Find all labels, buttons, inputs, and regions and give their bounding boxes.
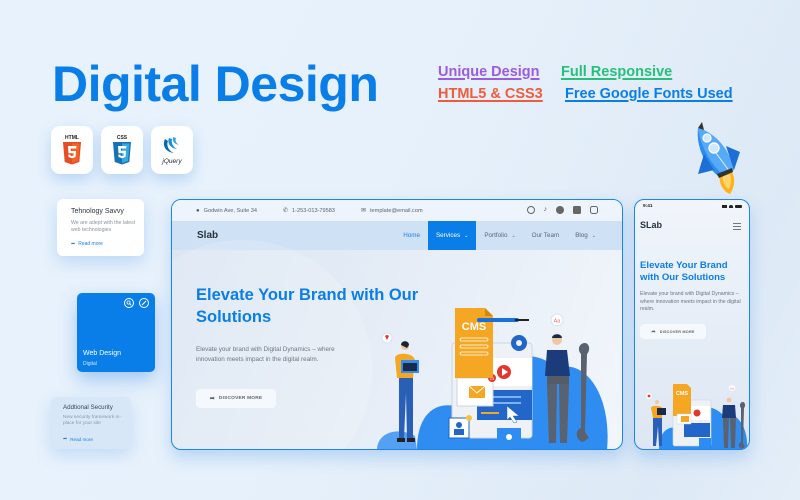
html5-icon: HTML xyxy=(63,135,81,165)
svg-text:CSS: CSS xyxy=(117,135,128,141)
facebook-icon[interactable] xyxy=(556,206,564,214)
font-bubble-label: Aa xyxy=(554,319,562,325)
html5-badge: HTML xyxy=(51,126,93,174)
read-more-label: Read more xyxy=(70,436,93,442)
nav-blog[interactable]: Blog ⌄ xyxy=(567,221,604,250)
share-arrow-icon: ➦ xyxy=(651,328,656,335)
feature-google-fonts: Free Google Fonts Used xyxy=(565,86,733,102)
nav-our-team[interactable]: Our Team xyxy=(524,221,568,250)
desktop-preview: ● Godwin Ave, Suite 34 ✆ 1-253-013-79583… xyxy=(171,199,623,450)
card-title: Addtional Security xyxy=(63,404,113,411)
battery-icon xyxy=(735,205,742,208)
wifi-icon xyxy=(729,205,733,208)
chevron-down-icon: ⌄ xyxy=(464,232,469,239)
cms-label: CMS xyxy=(462,321,486,333)
svg-text:jQuery: jQuery xyxy=(161,158,182,165)
instagram-icon[interactable] xyxy=(590,206,598,214)
share-arrow-icon: ➦ xyxy=(71,241,76,247)
share-arrow-icon: ➦ xyxy=(63,436,68,442)
link-icon[interactable] xyxy=(139,298,149,308)
cms-illustration: 13 CMS Aa xyxy=(377,308,608,449)
hero-headline: Elevate Your Brand with Our Solutions xyxy=(640,260,728,283)
hamburger-menu-icon[interactable] xyxy=(733,223,741,230)
read-more-label: Read more xyxy=(78,241,103,247)
email-text[interactable]: template@email.com xyxy=(370,208,423,214)
nav-home[interactable]: Home xyxy=(395,221,428,250)
address-item: ● Godwin Ave, Suite 34 xyxy=(196,208,257,214)
chevron-down-icon: ⌄ xyxy=(591,232,596,239)
site-logo[interactable]: SLab xyxy=(640,220,662,230)
nav-label: Home xyxy=(403,232,420,239)
site-logo[interactable]: Slab xyxy=(197,230,218,241)
feature-full-responsive: Full Responsive xyxy=(561,64,673,80)
button-label: DISCOVER MORE xyxy=(659,329,695,334)
cms-illustration: CMS Aa xyxy=(646,384,748,449)
read-more-link[interactable]: ➦ Read more xyxy=(71,241,103,247)
card-subtitle: Digital xyxy=(83,361,97,367)
read-more-link[interactable]: ➦ Read more xyxy=(63,436,93,442)
email-item: ✉ template@email.com xyxy=(360,207,423,215)
nav-portfolio[interactable]: Portfolio ⌄ xyxy=(476,221,523,250)
font-bubble-label: Aa xyxy=(730,387,734,391)
location-pin-icon: ● xyxy=(196,207,200,214)
jquery-icon: jQuery xyxy=(161,137,182,165)
nav-label: Blog xyxy=(575,232,588,239)
pinterest-icon[interactable] xyxy=(526,206,535,214)
css3-badge: CSS xyxy=(101,126,143,174)
signal-icon xyxy=(722,205,727,208)
page-title: Digital Design xyxy=(52,56,379,112)
card-title: Web Design xyxy=(83,350,122,357)
card-description: New security framework in-place for your… xyxy=(63,415,121,427)
additional-security-card[interactable]: Addtional Security New security framewor… xyxy=(51,397,131,449)
nav-label: Services xyxy=(435,232,461,239)
hero-subtext: Elevate your brand with Digital Dynamics… xyxy=(640,291,741,313)
phone-icon: ✆ xyxy=(283,208,289,214)
technology-savvy-card[interactable]: Tehnology Savvy We are adept with the la… xyxy=(57,199,144,256)
web-design-card[interactable]: Web Design Digital xyxy=(77,293,155,372)
jquery-badge: jQuery xyxy=(151,126,193,174)
card-description: We are adept with the latest web technol… xyxy=(71,220,136,233)
tiktok-icon[interactable]: ♪ xyxy=(544,206,548,214)
phone-item: ✆ 1-253-013-79583 xyxy=(283,207,335,215)
nav-label: Our Team xyxy=(531,232,560,239)
address-text: Godwin Ave, Suite 34 xyxy=(203,207,258,214)
zoom-icon[interactable] xyxy=(124,298,134,308)
contact-topbar: ● Godwin Ave, Suite 34 ✆ 1-253-013-79583… xyxy=(172,200,622,221)
rocket-icon xyxy=(697,122,740,194)
linkedin-icon[interactable] xyxy=(573,206,581,214)
nav-label: Portfolio xyxy=(484,232,508,239)
status-icons xyxy=(722,205,742,208)
discover-more-button[interactable]: ➦ DISCOVER MORE xyxy=(196,389,276,408)
button-label: DISCOVER MORE xyxy=(218,396,263,401)
nav-services[interactable]: Services ⌄ xyxy=(427,221,477,250)
mobile-preview: 9:41 SLab Elevate Your Brand with Our So… xyxy=(634,199,750,450)
css3-icon: CSS xyxy=(113,135,131,165)
discover-more-button[interactable]: ➦ DISCOVER MORE xyxy=(640,324,706,339)
envelope-icon: ✉ xyxy=(360,208,366,214)
feature-unique-design: Unique Design xyxy=(438,64,540,80)
status-time: 9:41 xyxy=(643,204,653,209)
feature-html5-css3: HTML5 & CSS3 xyxy=(438,86,543,102)
phone-text: 1-253-013-79583 xyxy=(292,207,335,214)
svg-text:HTML: HTML xyxy=(65,135,79,141)
card-title: Tehnology Savvy xyxy=(71,208,124,215)
hero-subtext: Elevate your brand with Digital Dynamics… xyxy=(196,346,335,363)
cms-label: CMS xyxy=(676,391,689,397)
chevron-down-icon: ⌄ xyxy=(511,232,516,239)
social-links: ♪ xyxy=(526,206,598,214)
share-arrow-icon: ➦ xyxy=(209,396,215,402)
